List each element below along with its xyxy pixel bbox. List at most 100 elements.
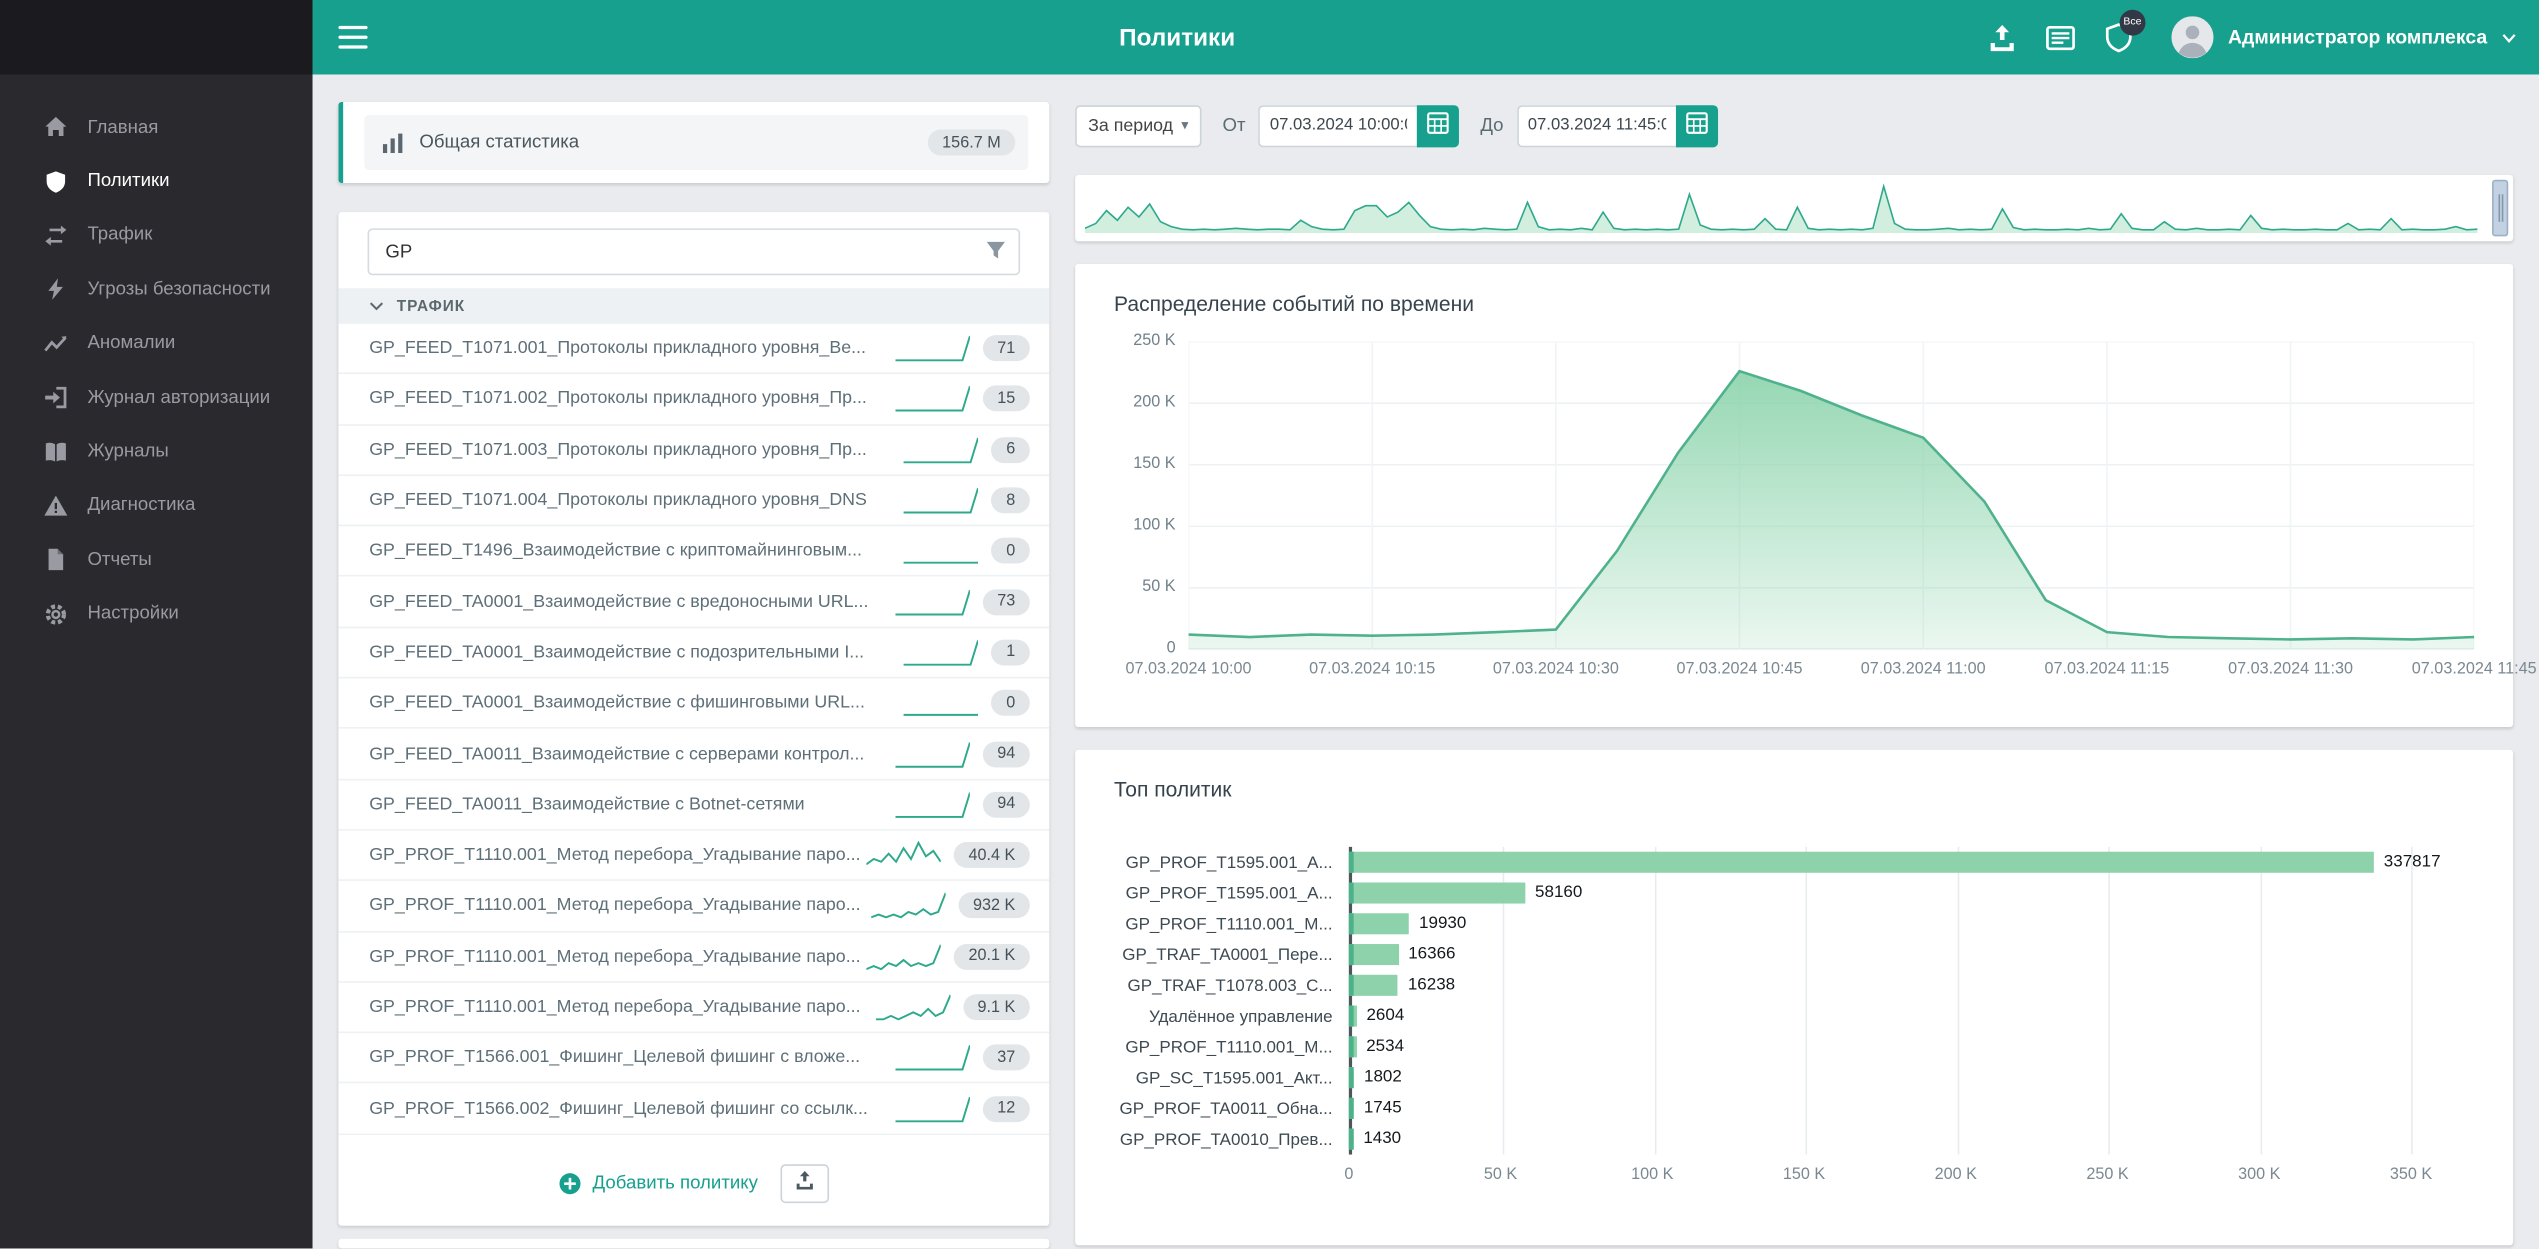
bar-track: 2534 bbox=[1349, 1036, 2411, 1057]
sidebar-item-journals[interactable]: Журналы bbox=[0, 425, 313, 479]
policy-list-item[interactable]: GP_PROF_T1110.001_Метод перебора_Угадыва… bbox=[338, 831, 1049, 882]
timeline-scroll-handle[interactable] bbox=[2492, 180, 2508, 237]
bar-category-label: GP_SC_T1595.001_Акт... bbox=[1114, 1068, 1349, 1087]
sidebar-item-label: Политики bbox=[87, 172, 169, 191]
filter-icon[interactable] bbox=[985, 240, 1008, 263]
policy-list-item[interactable]: GP_FEED_T1071.003_Протоколы прикладного … bbox=[338, 425, 1049, 476]
add-policy-label: Добавить политику bbox=[593, 1174, 758, 1193]
import-policy-button[interactable] bbox=[781, 1164, 830, 1203]
bar[interactable] bbox=[1349, 913, 1409, 934]
policy-list-item[interactable]: GP_FEED_TA0011_Взаимодействие с серверам… bbox=[338, 729, 1049, 780]
plus-circle-icon bbox=[559, 1172, 582, 1195]
calendar-icon bbox=[1427, 112, 1450, 140]
bar-row: GP_SC_T1595.001_Акт... 1802 bbox=[1114, 1062, 2474, 1093]
y-axis-label: 200 K bbox=[1133, 393, 1175, 411]
top-policies-card: Топ политик GP_PROF_T1595.001_А... 33781… bbox=[1075, 750, 2513, 1245]
policy-list-item[interactable]: GP_PROF_T1110.001_Метод перебора_Угадыва… bbox=[338, 983, 1049, 1034]
protection-status-button[interactable]: Все bbox=[2103, 22, 2134, 53]
sidebar-item-home[interactable]: Главная bbox=[0, 100, 313, 154]
bar[interactable] bbox=[1349, 1098, 1354, 1119]
policy-count-badge: 94 bbox=[983, 741, 1030, 767]
sidebar-item-policies[interactable]: Политики bbox=[0, 154, 313, 208]
policy-list-item[interactable]: GP_PROF_T1110.001_Метод перебора_Угадыва… bbox=[338, 932, 1049, 983]
policy-list-item[interactable]: GP_FEED_TA0001_Взаимодействие с вредонос… bbox=[338, 577, 1049, 628]
policy-list-item[interactable]: GP_FEED_T1071.001_Протоколы прикладного … bbox=[338, 324, 1049, 375]
sidebar-item-settings[interactable]: Настройки bbox=[0, 587, 313, 641]
bar[interactable] bbox=[1349, 944, 1399, 965]
policy-list-item[interactable]: GP_FEED_TA0001_Взаимодействие с фишингов… bbox=[338, 679, 1049, 730]
sidebar-item-reports[interactable]: Отчеты bbox=[0, 533, 313, 587]
from-label: От bbox=[1223, 116, 1246, 135]
sidebar-item-security-threats[interactable]: Угрозы безопасности bbox=[0, 263, 313, 317]
overall-statistics-badge: 156.7 M bbox=[928, 130, 1016, 156]
y-axis: 050 K100 K150 K200 K250 K bbox=[1114, 342, 1188, 650]
chevron-down-icon bbox=[369, 301, 384, 311]
policy-sparkline bbox=[895, 739, 969, 768]
overall-statistics-card[interactable]: Общая статистика 156.7 M bbox=[338, 102, 1049, 183]
shield-status-badge: Все bbox=[2120, 9, 2146, 35]
policy-list-item[interactable]: GP_FEED_T1071.004_Протоколы прикладного … bbox=[338, 476, 1049, 527]
chevron-down-icon bbox=[2502, 30, 2517, 45]
bar[interactable] bbox=[1349, 882, 1525, 903]
policy-sparkline bbox=[895, 384, 969, 413]
bar[interactable] bbox=[1349, 1036, 1357, 1057]
bar-row: GP_PROF_T1595.001_А... 337817 bbox=[1114, 847, 2474, 878]
y-axis-label: 250 K bbox=[1133, 332, 1175, 350]
sidebar-item-label: Журналы bbox=[87, 442, 168, 461]
to-label: До bbox=[1480, 116, 1503, 135]
traffic-section-header[interactable]: ТРАФИК bbox=[338, 288, 1049, 324]
bar[interactable] bbox=[1349, 852, 2374, 873]
policy-sparkline bbox=[866, 841, 940, 870]
period-select[interactable]: За период ▾ bbox=[1075, 104, 1201, 146]
policy-list-item[interactable]: GP_PROF_T1566.001_Фишинг_Целевой фишинг … bbox=[338, 1033, 1049, 1084]
to-datetime-input[interactable] bbox=[1517, 104, 1676, 146]
policy-list-item[interactable]: GP_FEED_T1496_Взаимодействие с криптомай… bbox=[338, 527, 1049, 578]
bar-row: Удалённое управление 2604 bbox=[1114, 1001, 2474, 1032]
bar-value-label: 1430 bbox=[1363, 1129, 1401, 1150]
x-axis: 050 K100 K150 K200 K250 K300 K350 K bbox=[1349, 1166, 2411, 1192]
policy-list-item[interactable]: GP_PROF_T1566.002_Фишинг_Целевой фишинг … bbox=[338, 1084, 1049, 1135]
overall-statistics-row: Общая статистика 156.7 M bbox=[364, 115, 1028, 170]
policy-name: GP_FEED_T1496_Взаимодействие с криптомай… bbox=[369, 541, 898, 560]
sidebar-top-block bbox=[0, 0, 313, 74]
sidebar-item-traffic[interactable]: Трафик bbox=[0, 209, 313, 263]
add-policy-button[interactable]: Добавить политику bbox=[559, 1172, 758, 1195]
area-chart-plot[interactable] bbox=[1189, 342, 2475, 650]
bar[interactable] bbox=[1349, 1129, 1354, 1150]
export-upload-icon[interactable] bbox=[1987, 22, 2018, 53]
policy-list-item[interactable]: GP_FEED_TA0011_Взаимодействие с Botnet-с… bbox=[338, 780, 1049, 831]
chevron-down-icon: ▾ bbox=[1181, 117, 1188, 135]
sidebar-item-auth-log[interactable]: Журнал авторизации bbox=[0, 371, 313, 425]
to-calendar-button[interactable] bbox=[1675, 104, 1717, 146]
sidebar-item-anomalies[interactable]: Аномалии bbox=[0, 317, 313, 371]
page-title: Политики bbox=[368, 23, 1987, 51]
policy-search-input[interactable] bbox=[368, 228, 1021, 275]
policy-list-item[interactable]: GP_FEED_TA0001_Взаимодействие с подозрит… bbox=[338, 628, 1049, 679]
x-axis-label: 07.03.2024 11:30 bbox=[2228, 661, 2353, 679]
policy-count-badge: 37 bbox=[983, 1045, 1030, 1071]
policy-sparkline bbox=[866, 942, 940, 971]
document-icon bbox=[44, 548, 68, 572]
report-table-icon[interactable] bbox=[2045, 22, 2076, 53]
bar[interactable] bbox=[1349, 1006, 1357, 1027]
y-axis-label: 0 bbox=[1167, 640, 1176, 658]
policy-count-badge: 932 K bbox=[958, 893, 1029, 919]
policy-name: GP_PROF_T1110.001_Метод перебора_Угадыва… bbox=[369, 947, 860, 966]
bar[interactable] bbox=[1349, 1067, 1354, 1088]
policy-list-item[interactable]: GP_PROF_T1110.001_Метод перебора_Угадыва… bbox=[338, 881, 1049, 932]
bar-category-label: GP_PROF_T1595.001_А... bbox=[1114, 883, 1349, 902]
from-calendar-button[interactable] bbox=[1417, 104, 1459, 146]
bar-category-label: GP_PROF_TA0011_Обна... bbox=[1114, 1099, 1349, 1118]
events-overview-timeline[interactable] bbox=[1075, 175, 2513, 241]
policy-list-item[interactable]: GP_FEED_T1071.002_Протоколы прикладного … bbox=[338, 375, 1049, 426]
bar-track: 16238 bbox=[1349, 975, 2411, 996]
x-axis-label: 07.03.2024 10:00 bbox=[1125, 661, 1251, 679]
sidebar-item-diagnostics[interactable]: Диагностика bbox=[0, 479, 313, 533]
x-axis-label: 250 K bbox=[2086, 1166, 2128, 1184]
menu-toggle-button[interactable] bbox=[338, 26, 367, 49]
policy-count-badge: 94 bbox=[983, 792, 1030, 818]
user-menu[interactable]: Администратор комплекса bbox=[2171, 16, 2516, 58]
book-icon bbox=[44, 440, 68, 464]
bar[interactable] bbox=[1349, 975, 1398, 996]
from-datetime-input[interactable] bbox=[1259, 104, 1418, 146]
